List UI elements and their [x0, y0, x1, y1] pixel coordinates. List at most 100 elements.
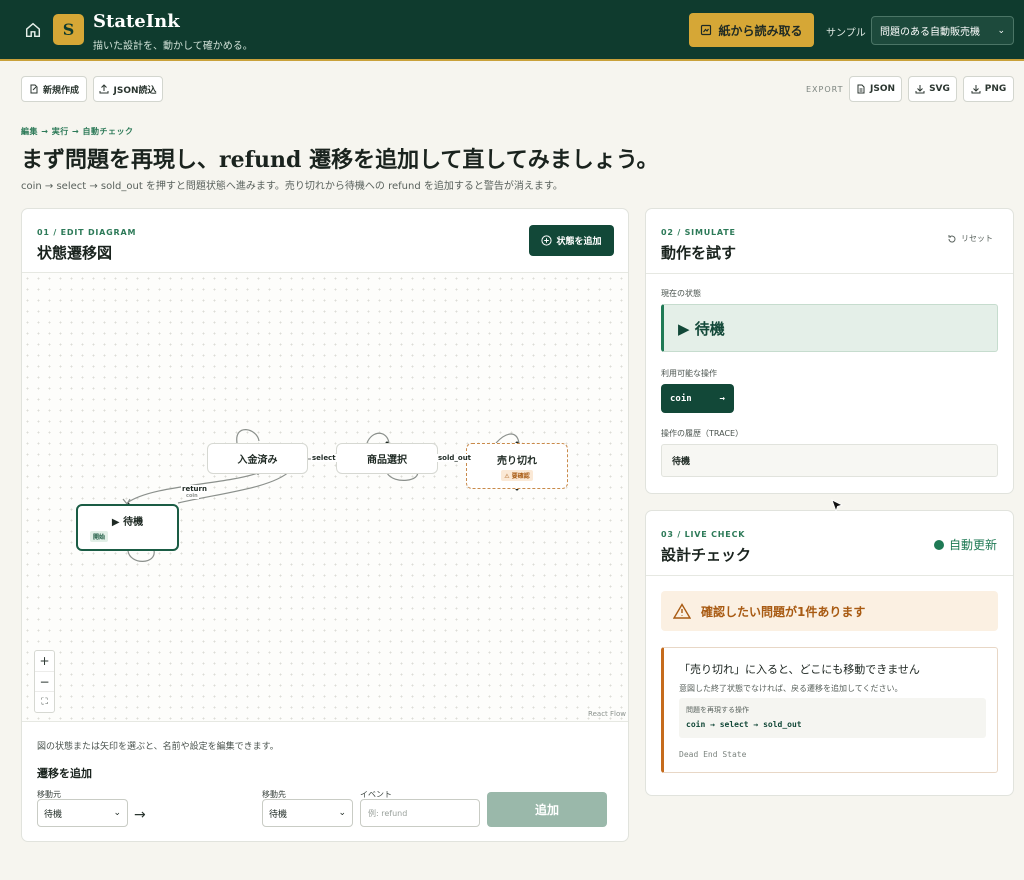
- plus-circle-icon: [541, 235, 553, 246]
- chevron-down-icon: ⌄: [997, 25, 1005, 36]
- app-subtitle: 描いた設計を、動かして確かめる。: [93, 41, 253, 52]
- node-idle[interactable]: ▶ 待機 開始: [76, 504, 179, 551]
- to-select[interactable]: 待機 ⌄: [262, 799, 353, 827]
- sample-select[interactable]: 問題のある自動販売機 ⌄: [871, 16, 1014, 45]
- edge-self-loop-selected[interactable]: [366, 432, 390, 444]
- import-json-label: JSON読込: [113, 85, 157, 96]
- download-icon: [971, 85, 981, 94]
- diagram-edges: [122, 429, 520, 562]
- edge-label-return[interactable]: return: [181, 485, 208, 493]
- export-png-button[interactable]: PNG: [963, 76, 1014, 102]
- arrow-right-icon: →: [719, 393, 725, 404]
- trace-label: 操作の履歴（TRACE）: [661, 429, 744, 438]
- scan-paper-label: 紙から読み取る: [718, 23, 803, 38]
- repro-steps: coin → select → sold_out: [686, 720, 802, 729]
- chevron-down-icon: ⌄: [113, 808, 121, 818]
- scan-icon: [701, 24, 712, 36]
- issue-type: Dead End State: [679, 750, 747, 759]
- edge-self-loop-idle[interactable]: [127, 549, 155, 562]
- edge-label-sold-out[interactable]: sold_out: [437, 454, 473, 462]
- app-header: S StateInk 描いた設計を、動かして確かめる。 紙から読み取る サンプル…: [0, 0, 1024, 61]
- repro-label: 問題を再現する操作: [686, 706, 749, 714]
- fit-view-icon[interactable]: ⛶: [35, 692, 54, 712]
- coin-action-button[interactable]: coin →: [661, 384, 734, 413]
- add-state-button[interactable]: 状態を追加: [529, 225, 614, 256]
- edge-label-coin[interactable]: coin: [185, 493, 199, 499]
- check-kicker: 03 / LIVE CHECK: [661, 530, 746, 539]
- export-json-button[interactable]: JSON: [849, 76, 902, 102]
- new-button[interactable]: 新規作成: [21, 76, 87, 102]
- event-input[interactable]: 例: refund: [360, 799, 480, 827]
- sample-selected-value: 問題のある自動販売機: [880, 27, 980, 38]
- coin-action-label: coin: [670, 393, 692, 404]
- scan-paper-button[interactable]: 紙から読み取る: [689, 13, 814, 47]
- sample-label: サンプル: [826, 28, 866, 39]
- reset-label: リセット: [961, 234, 993, 243]
- actions-label: 利用可能な操作: [661, 369, 717, 378]
- new-file-icon: [30, 84, 38, 94]
- download-icon: [915, 85, 925, 94]
- node-soldout-label: 売り切れ: [497, 455, 537, 467]
- from-select[interactable]: 待機 ⌄: [37, 799, 128, 827]
- react-flow-attribution[interactable]: React Flow: [588, 710, 626, 718]
- warning-banner: 確認したい問題が1件あります: [661, 591, 998, 631]
- reset-button[interactable]: リセット: [947, 233, 993, 244]
- status-dot-icon: [933, 539, 944, 550]
- home-icon[interactable]: [24, 21, 42, 39]
- simulate-card: 02 / SIMULATE 動作を試す リセット 現在の状態 ▶ 待機 利用可能…: [645, 208, 1014, 494]
- check-title: 設計チェック: [661, 546, 752, 564]
- node-idle-label: ▶ 待機: [111, 517, 144, 528]
- new-button-label: 新規作成: [42, 85, 79, 96]
- from-select-value: 待機: [44, 809, 63, 820]
- current-state-label: 現在の状態: [661, 289, 701, 298]
- edge-self-loop-paid[interactable]: [236, 429, 260, 444]
- issue-card[interactable]: 「売り切れ」に入ると、どこにも移動できません 意図した終了状態でなければ、戻る遷…: [661, 647, 998, 773]
- simulate-title: 動作を試す: [661, 244, 737, 262]
- diagram-card: 01 / EDIT DIAGRAM 状態遷移図 状態を追加 入金済み 商品選択 …: [21, 208, 629, 842]
- page-description: coin → select → sold_out を押すと問題状態へ進みます。売…: [21, 181, 563, 192]
- mouse-cursor-icon: [831, 499, 844, 513]
- warning-icon: [673, 603, 691, 619]
- app-title: StateInk: [93, 11, 180, 32]
- repro-box: 問題を再現する操作 coin → select → sold_out: [679, 698, 986, 738]
- zoom-in-button[interactable]: +: [35, 651, 54, 672]
- edge-label-select[interactable]: select: [311, 454, 337, 462]
- trace-box: 待機: [661, 444, 998, 477]
- breadcrumb: 編集 → 実行 → 自動チェック: [21, 127, 134, 136]
- page-title: まず問題を再現し、refund 遷移を追加して直してみましょう。: [21, 147, 659, 173]
- node-selected[interactable]: 商品選択: [336, 443, 438, 474]
- auto-update-label: 自動更新: [948, 538, 997, 552]
- diagram-kicker: 01 / EDIT DIAGRAM: [37, 228, 137, 237]
- diagram-title: 状態遷移図: [37, 244, 113, 262]
- export-json-label: JSON: [869, 84, 895, 94]
- add-transition-button[interactable]: 追加: [487, 792, 607, 827]
- export-png-label: PNG: [984, 84, 1007, 94]
- zoom-out-button[interactable]: −: [35, 672, 54, 693]
- app-logo: S: [53, 14, 84, 45]
- diagram-canvas[interactable]: 入金済み 商品選択 売り切れ ⚠ 要確認 ▶ 待機 開始 select sold…: [22, 272, 628, 722]
- export-svg-label: SVG: [929, 84, 950, 94]
- add-transition-title: 遷移を追加: [37, 767, 92, 780]
- node-selected-label: 商品選択: [367, 455, 407, 466]
- diagram-hint: 図の状態または矢印を選ぶと、名前や設定を編集できます。: [37, 742, 279, 752]
- divider: [646, 575, 1013, 576]
- export-svg-button[interactable]: SVG: [908, 76, 957, 102]
- add-state-label: 状態を追加: [556, 237, 602, 247]
- import-json-button[interactable]: JSON読込: [93, 76, 163, 102]
- file-icon: [857, 84, 865, 94]
- check-card: 03 / LIVE CHECK 設計チェック 自動更新 確認したい問題が1件あり…: [645, 510, 1014, 796]
- reset-icon: [948, 234, 956, 242]
- arrow-right-icon: →: [134, 807, 146, 823]
- issue-title: 「売り切れ」に入ると、どこにも移動できません: [679, 663, 920, 676]
- node-paid-label: 入金済み: [237, 455, 278, 466]
- current-state: ▶ 待機: [661, 304, 998, 352]
- node-soldout[interactable]: 売り切れ ⚠ 要確認: [466, 443, 568, 489]
- warning-tag: ⚠ 要確認: [501, 469, 533, 481]
- edge-self-loop-soldout[interactable]: [495, 433, 520, 444]
- start-tag: 開始: [90, 531, 109, 542]
- node-paid[interactable]: 入金済み: [207, 443, 308, 474]
- issue-description: 意図した終了状態でなければ、戻る遷移を追加してください。: [679, 684, 903, 693]
- simulate-kicker: 02 / SIMULATE: [661, 228, 736, 237]
- warning-text: 確認したい問題が1件あります: [701, 604, 866, 619]
- divider: [646, 273, 1013, 274]
